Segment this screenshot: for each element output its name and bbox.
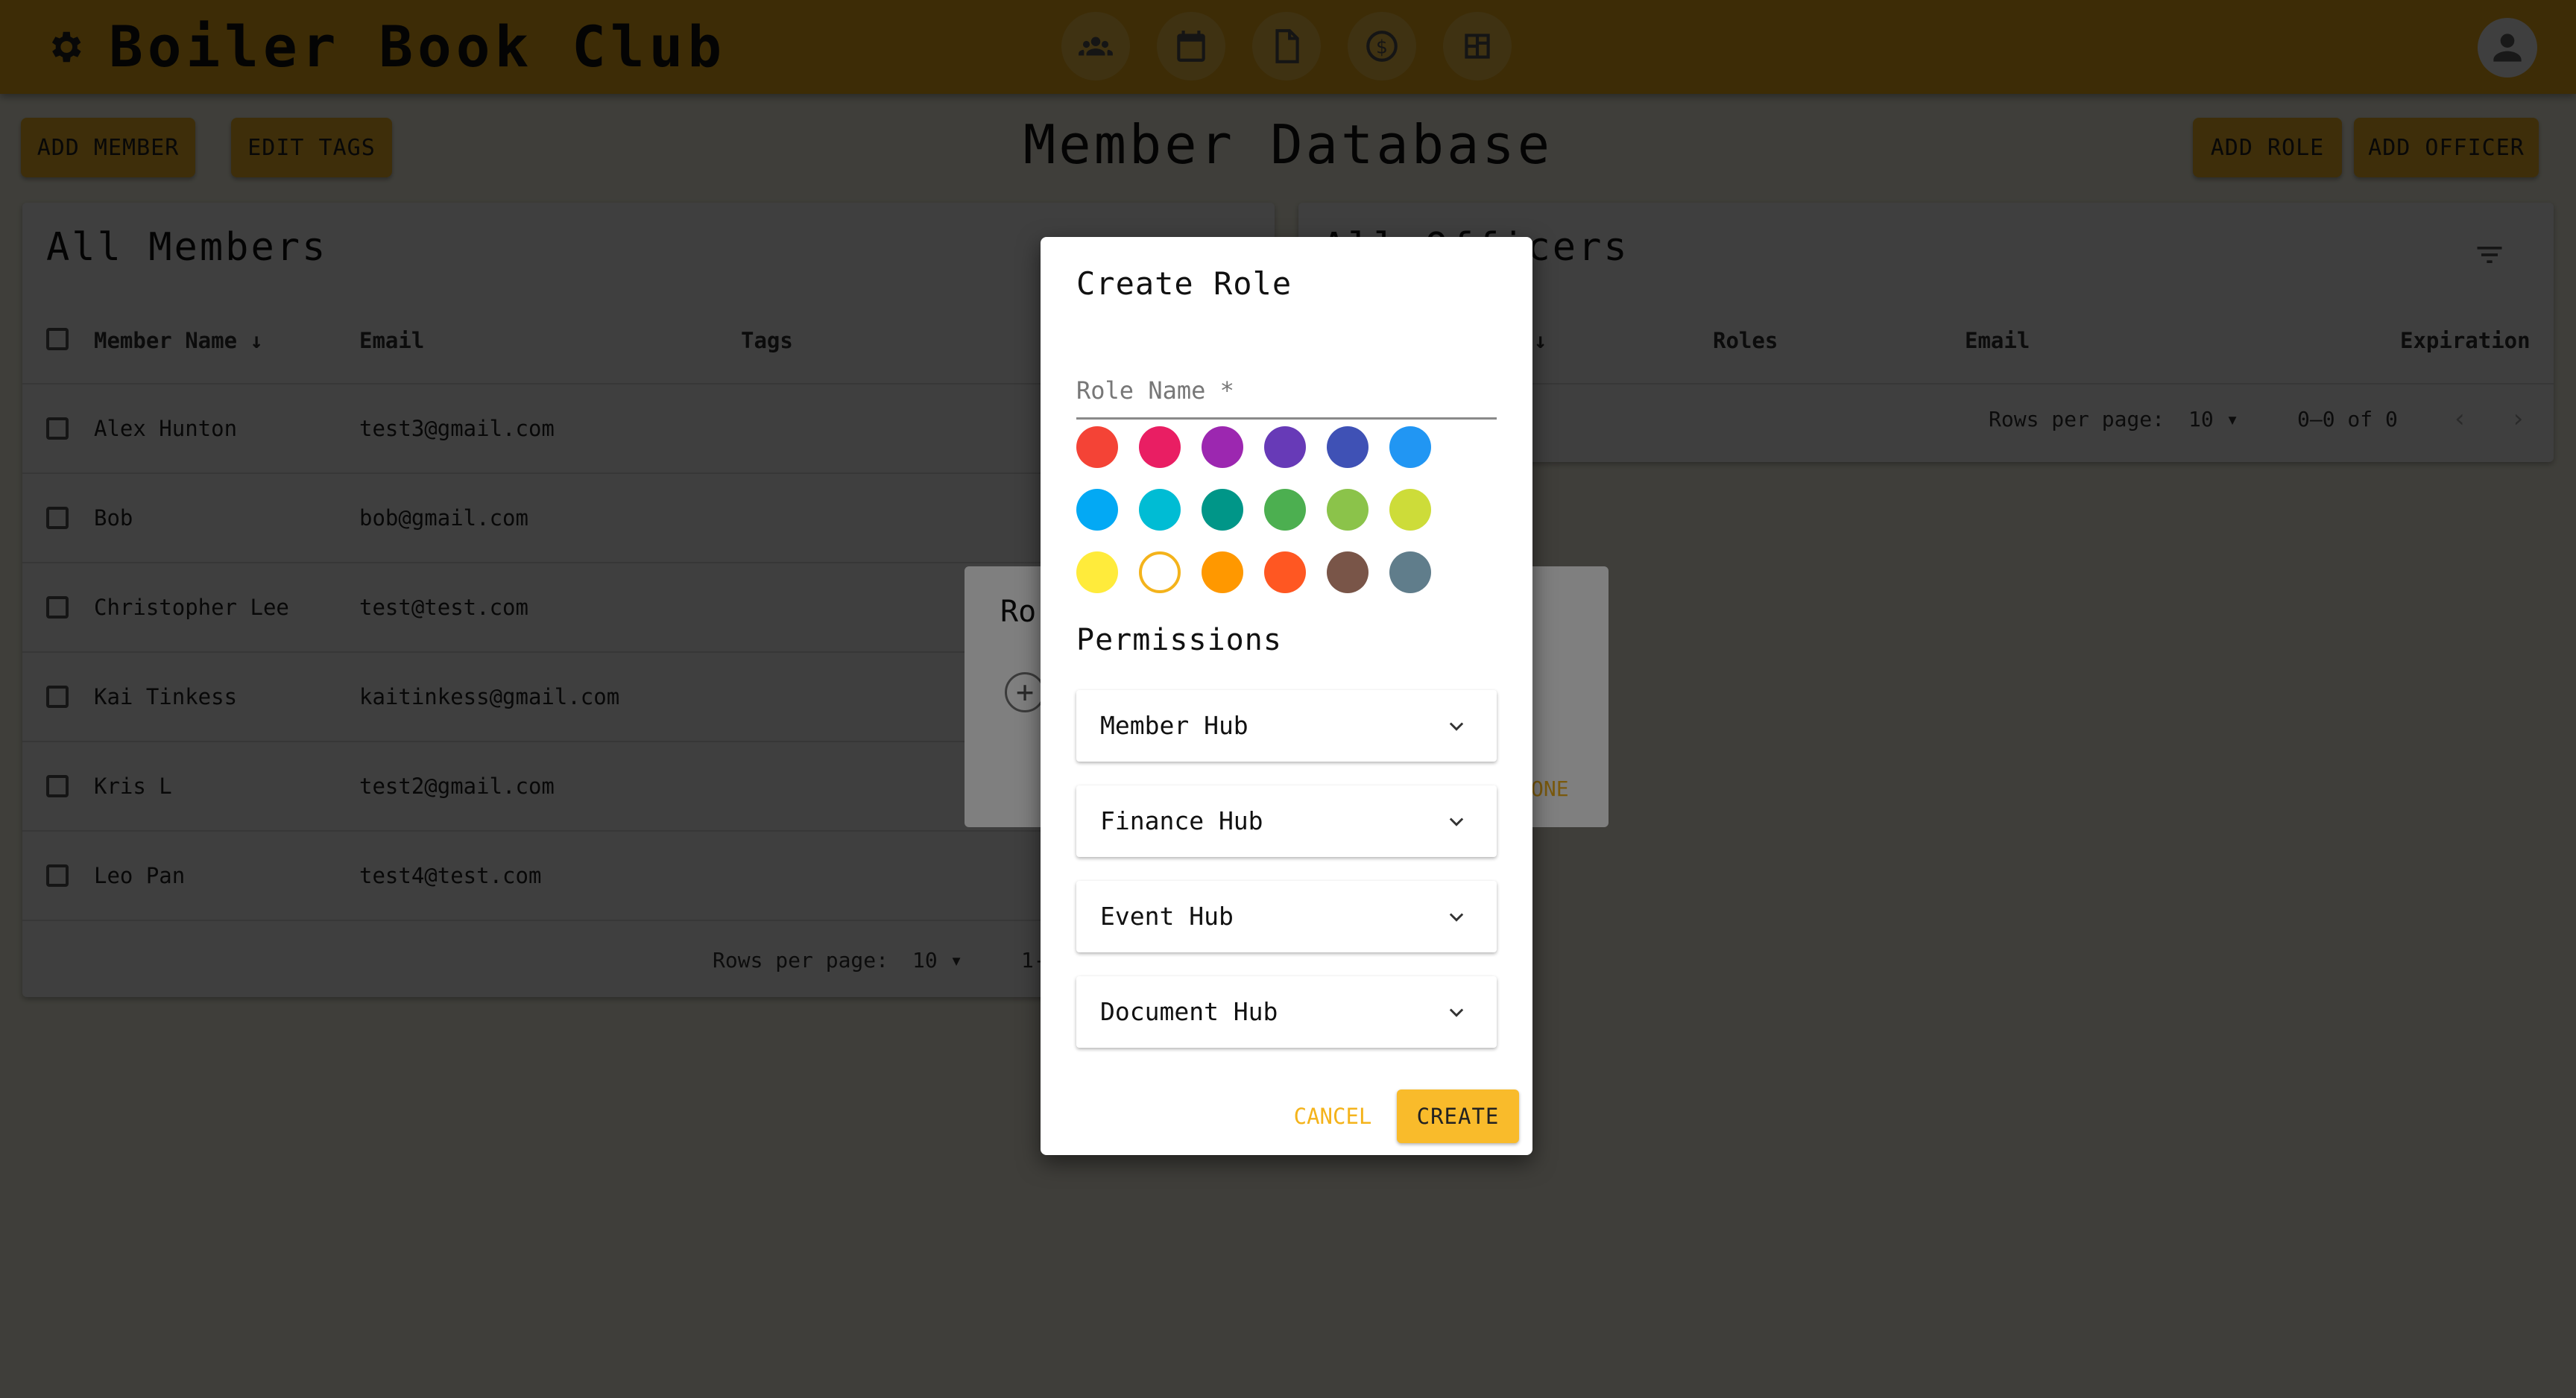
color-swatch[interactable] bbox=[1076, 426, 1118, 468]
role-name-input[interactable] bbox=[1076, 364, 1497, 420]
color-swatch[interactable] bbox=[1139, 551, 1181, 593]
dialog-title: Create Role bbox=[1076, 265, 1292, 302]
permission-member-hub[interactable]: Member Hub bbox=[1076, 690, 1497, 762]
color-swatch[interactable] bbox=[1202, 551, 1243, 593]
color-swatch[interactable] bbox=[1327, 551, 1368, 593]
permission-finance-hub[interactable]: Finance Hub bbox=[1076, 785, 1497, 857]
color-swatch[interactable] bbox=[1076, 551, 1118, 593]
color-swatch[interactable] bbox=[1202, 489, 1243, 531]
color-swatch[interactable] bbox=[1264, 551, 1306, 593]
permission-document-hub[interactable]: Document Hub bbox=[1076, 976, 1497, 1048]
create-button[interactable]: CREATE bbox=[1397, 1089, 1519, 1143]
color-swatch[interactable] bbox=[1202, 426, 1243, 468]
permission-label: Member Hub bbox=[1100, 711, 1248, 740]
cancel-button[interactable]: CANCEL bbox=[1287, 1092, 1379, 1140]
create-role-dialog: Create Role Permissions Member Hub Finan… bbox=[1041, 237, 1532, 1155]
color-swatch[interactable] bbox=[1389, 426, 1431, 468]
color-picker bbox=[1076, 426, 1431, 593]
permission-event-hub[interactable]: Event Hub bbox=[1076, 881, 1497, 952]
color-swatch[interactable] bbox=[1139, 426, 1181, 468]
color-swatch[interactable] bbox=[1389, 551, 1431, 593]
permission-label: Document Hub bbox=[1100, 997, 1278, 1026]
color-swatch[interactable] bbox=[1389, 489, 1431, 531]
color-swatch[interactable] bbox=[1264, 489, 1306, 531]
chevron-down-icon bbox=[1449, 1008, 1464, 1017]
chevron-down-icon bbox=[1449, 722, 1464, 731]
chevron-down-icon bbox=[1449, 913, 1464, 922]
permission-label: Finance Hub bbox=[1100, 806, 1263, 835]
chevron-down-icon bbox=[1449, 817, 1464, 826]
permission-label: Event Hub bbox=[1100, 902, 1234, 931]
color-swatch[interactable] bbox=[1327, 426, 1368, 468]
color-swatch[interactable] bbox=[1076, 489, 1118, 531]
color-swatch[interactable] bbox=[1327, 489, 1368, 531]
color-swatch[interactable] bbox=[1139, 489, 1181, 531]
permissions-title: Permissions bbox=[1076, 623, 1282, 657]
color-swatch[interactable] bbox=[1264, 426, 1306, 468]
